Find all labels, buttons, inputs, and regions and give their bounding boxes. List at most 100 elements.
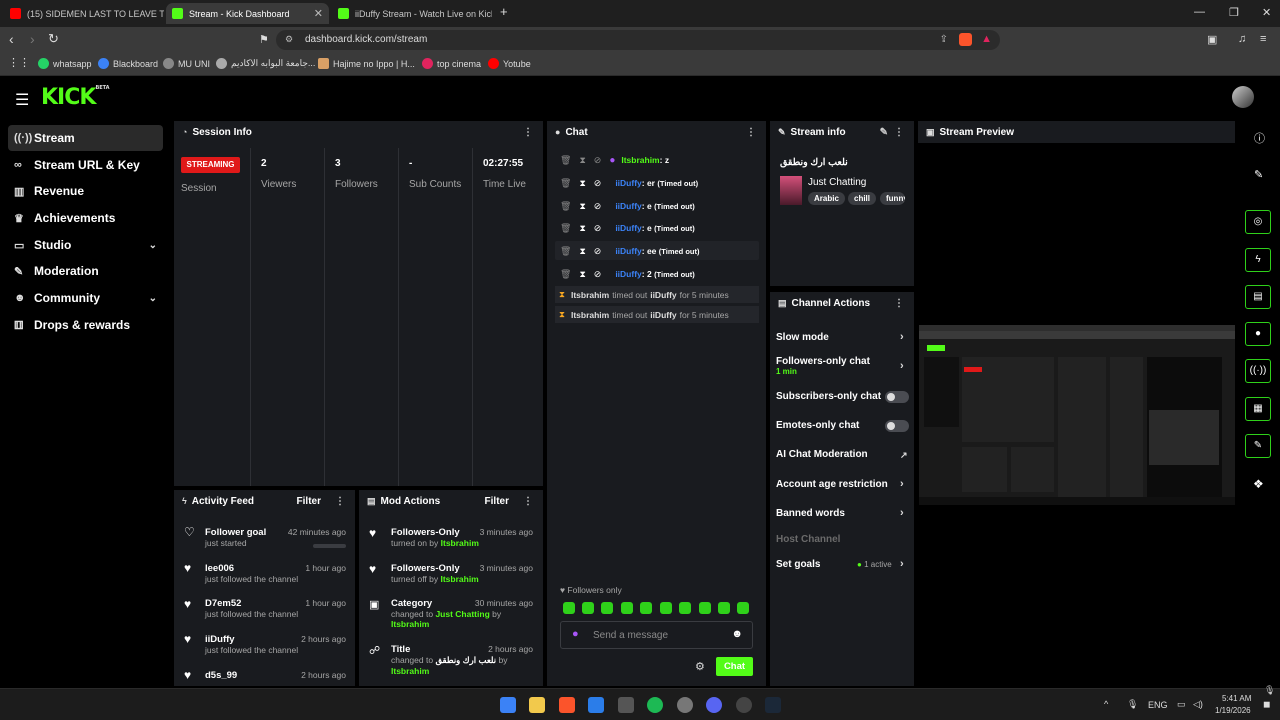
sidebar-item-achievements[interactable]: ♛ Achievements [8, 205, 163, 231]
rail-wrench-button[interactable]: ✎ [1245, 434, 1271, 458]
more-options-icon[interactable]: ⋮ [746, 127, 756, 138]
bookmark-mu-uni[interactable]: MU UNI [163, 58, 210, 69]
omnibox[interactable]: ⚙ dashboard.kick.com/stream ⇪ ▲ [276, 30, 1000, 50]
bookmark-blackboard[interactable]: Blackboard [98, 58, 158, 69]
language-indicator[interactable]: ENG [1148, 700, 1168, 710]
emote[interactable] [563, 602, 575, 614]
sidebar-item-drops-rewards[interactable]: ⚅ Drops & rewards [8, 312, 163, 338]
emote[interactable] [679, 602, 691, 614]
sidebar-item-studio[interactable]: ▭ Studio ⌄ [8, 232, 163, 258]
emote[interactable] [640, 602, 652, 614]
sidebar-item-revenue[interactable]: ▥ Revenue [8, 178, 163, 204]
sidebar-item-community[interactable]: ☻ Community ⌄ [8, 285, 163, 311]
timeout-icon[interactable]: ⧗ [579, 246, 585, 257]
notification-icon[interactable]: ◼ [1263, 699, 1270, 710]
emoji-icon[interactable]: ☻ [731, 628, 743, 640]
minimize-icon[interactable]: — [1194, 6, 1205, 18]
browser-tab-youtube[interactable]: (15) SIDEMEN LAST TO LEAVE THE AI [4, 3, 164, 24]
timeout-icon[interactable]: ⧗ [579, 269, 585, 280]
outlook-icon[interactable] [588, 697, 604, 713]
bookmark-top-cinema[interactable]: top cinema [422, 58, 481, 69]
maximize-icon[interactable]: ❐ [1229, 6, 1239, 19]
chat-message[interactable]: 🗑 ⧗ ⊘ iiDuffy: ee (Timed out) [560, 242, 700, 260]
ban-icon[interactable]: ⊘ [594, 178, 602, 189]
chat-message[interactable]: 🗑 ⧗ ⊘ iiDuffy: e (Timed out) [560, 197, 695, 215]
apps-grid-icon[interactable]: ⋮⋮ [8, 56, 30, 69]
rail-bolt-button[interactable]: ϟ [1245, 248, 1271, 272]
rail-document-button[interactable]: ▤ [1245, 285, 1271, 309]
rail-chat-button[interactable]: ● [1245, 322, 1271, 346]
community-icon[interactable]: ❖ [1253, 477, 1264, 491]
sidebar-toggle-icon[interactable]: ▣ [1207, 33, 1217, 46]
emote[interactable] [582, 602, 594, 614]
delete-icon[interactable]: 🗑 [560, 246, 571, 257]
tray-overflow-icon[interactable]: ^ [1104, 699, 1108, 709]
chat-send-button[interactable]: Chat [716, 657, 753, 676]
ban-icon[interactable]: ⊘ [594, 155, 602, 166]
brave-rewards-icon[interactable]: ▲ [981, 33, 992, 45]
stream-preview-video[interactable] [919, 325, 1235, 505]
hamburger-menu-icon[interactable]: ☰ [15, 90, 29, 110]
delete-icon[interactable]: 🗑 [560, 223, 571, 234]
chat-input[interactable]: ● Send a message ☻ [560, 621, 753, 649]
discord-icon[interactable] [706, 697, 722, 713]
more-options-icon[interactable]: ⋮ [335, 496, 345, 507]
chat-message[interactable]: 🗑 ⧗ ⊘ iiDuffy: 2 (Timed out) [560, 265, 695, 283]
spotify-icon[interactable] [647, 697, 663, 713]
media-icon[interactable]: ♫ [1238, 33, 1246, 45]
emote[interactable] [621, 602, 633, 614]
steam-icon[interactable] [765, 697, 781, 713]
banned-words-action[interactable]: Banned words › [776, 507, 916, 519]
subscribers-only-toggle[interactable] [885, 391, 909, 403]
app-icon[interactable] [618, 697, 634, 713]
rail-camera-button[interactable]: ◎ [1245, 210, 1271, 234]
ai-chat-moderation-action[interactable]: AI Chat Moderation ↗ [776, 449, 916, 460]
filter-button[interactable]: Filter [485, 496, 509, 507]
share-icon[interactable]: ⇪ [940, 34, 948, 45]
timeout-icon[interactable]: ⧗ [579, 201, 585, 212]
timeout-icon[interactable]: ⧗ [579, 223, 585, 234]
volume-icon[interactable]: ◁) [1193, 699, 1203, 710]
reload-icon[interactable]: ↻ [48, 31, 59, 47]
ban-icon[interactable]: ⊘ [594, 246, 602, 257]
info-icon[interactable]: ⓘ [1254, 130, 1265, 146]
sidebar-item-stream[interactable]: ((·)) Stream [8, 125, 163, 151]
timeout-icon[interactable]: ⧗ [579, 155, 585, 166]
clock-date[interactable]: 1/19/2026 [1215, 706, 1251, 715]
chat-message[interactable]: 🗑 ⧗ ⊘ iiDuffy: e (Timed out) [560, 219, 695, 237]
emote[interactable] [699, 602, 711, 614]
emotes-only-toggle[interactable] [885, 420, 909, 432]
more-options-icon[interactable]: ⋮ [523, 127, 533, 138]
browser-tab-iiduffy[interactable]: iiDuffy Stream - Watch Live on Kick [332, 3, 492, 24]
more-options-icon[interactable]: ⋮ [523, 496, 533, 507]
bookmark-whatsapp[interactable]: whatsapp [38, 58, 92, 69]
close-window-icon[interactable]: ✕ [1262, 6, 1271, 19]
site-info-icon[interactable]: ⚙ [285, 34, 293, 45]
obs-icon[interactable] [736, 697, 752, 713]
new-tab-icon[interactable]: + [500, 4, 508, 19]
followers-only-chat-action[interactable]: Followers-only chat 1 min › [776, 356, 916, 376]
emote[interactable] [601, 602, 613, 614]
sidebar-item-moderation[interactable]: ✎ Moderation [8, 258, 163, 284]
slow-mode-action[interactable]: Slow mode › [776, 331, 916, 343]
bookmark-icon[interactable]: ⚑ [259, 33, 269, 46]
windows-start-icon[interactable] [500, 697, 516, 713]
delete-icon[interactable]: 🗑 [560, 269, 571, 280]
emote[interactable] [660, 602, 672, 614]
set-goals-action[interactable]: Set goals ● 1 active › [776, 558, 916, 570]
emote[interactable] [718, 602, 730, 614]
pencil-icon[interactable]: ✎ [1254, 168, 1263, 181]
chat-message[interactable]: 🗑 ⧗ ⊘ iiDuffy: er (Timed out) [560, 174, 698, 192]
sidebar-item-stream-url-key[interactable]: ∞ Stream URL & Key [8, 152, 163, 178]
clock-time[interactable]: 5:41 AM [1222, 694, 1251, 703]
brave-shield-icon[interactable] [959, 33, 972, 46]
chat-message[interactable]: 🗑 ⧗ ⊘ ● Itsbrahim: z [560, 151, 669, 169]
more-options-icon[interactable]: ⋮ [894, 127, 904, 138]
ban-icon[interactable]: ⊘ [594, 223, 602, 234]
ban-icon[interactable]: ⊘ [594, 269, 602, 280]
file-explorer-icon[interactable] [529, 697, 545, 713]
rail-layout-button[interactable]: ▦ [1245, 397, 1271, 421]
bookmark-arabic-uni[interactable]: جامعة البوابه الاكاديم... [216, 58, 315, 69]
account-age-restriction-action[interactable]: Account age restriction › [776, 478, 916, 490]
edit-icon[interactable]: ✎ [880, 127, 888, 138]
